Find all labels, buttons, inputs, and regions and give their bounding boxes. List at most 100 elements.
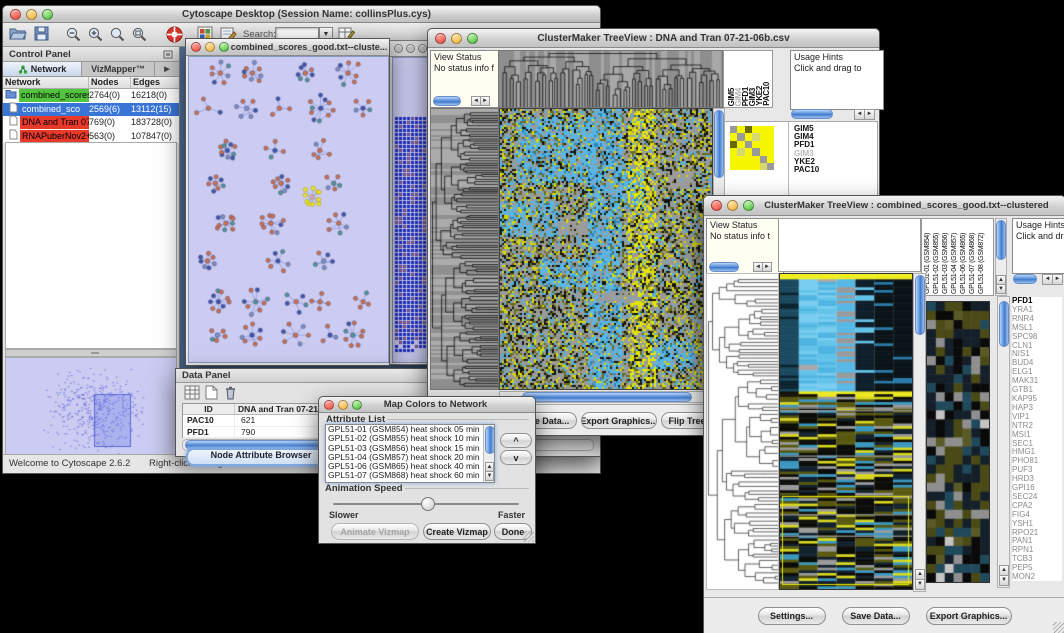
zoom-fit-button[interactable]: [131, 26, 148, 48]
tv2-column-labels: GPL51-01 (GSM854)GPL51-02 (GSM855)GPL51-…: [921, 218, 994, 296]
tv1-status-scrollbar[interactable]: ◄ ►: [433, 96, 491, 105]
tv1-view-status-title: View Status: [434, 52, 498, 63]
gene-label[interactable]: MON2: [1012, 573, 1062, 581]
new-attribute-button[interactable]: [205, 385, 218, 405]
tv2-genes-vscrollbar[interactable]: ▲ ▼: [997, 296, 1010, 588]
tv2-gene-list: PFD1YRA1RNR4MSL1SPC98CLN1NIS1BUD4ELG1MAK…: [1012, 297, 1062, 581]
matrix-cell: [730, 133, 737, 140]
network-table-header: Network Nodes Edges: [3, 77, 179, 89]
tv1-row-dendrogram[interactable]: [430, 108, 499, 390]
table-icon: [184, 385, 200, 400]
network1-canvas[interactable]: [188, 56, 389, 363]
slider-thumb[interactable]: [421, 497, 435, 511]
tv1-hints-scrollbar[interactable]: ◄ ►: [790, 109, 876, 119]
scroll-down-icon[interactable]: ▼: [996, 284, 1006, 294]
matrix-cell: [730, 148, 737, 155]
tv2-column-label: GPL51-04 (GSM857): [951, 220, 958, 294]
zoom-selected-button[interactable]: [109, 26, 126, 48]
control-panel-title: Control Panel: [9, 49, 71, 60]
create-vizmap-button[interactable]: Create Vizmap: [423, 523, 491, 540]
scroll-right-icon[interactable]: ►: [1052, 274, 1063, 285]
main-titlebar[interactable]: Cytoscape Desktop (Session Name: collins…: [3, 6, 600, 23]
matrix-cell: [767, 141, 774, 148]
zoom-in-button[interactable]: [87, 26, 104, 48]
close-icon: [10, 9, 21, 20]
resize-grip[interactable]: [523, 531, 534, 542]
panel-splitter[interactable]: [5, 349, 177, 357]
resize-grip[interactable]: [1053, 622, 1064, 633]
matrix-cell: [730, 156, 737, 163]
col-nodes[interactable]: Nodes: [89, 77, 131, 88]
tv1-export-graphics-button[interactable]: Export Graphics...: [581, 412, 657, 429]
matrix-cell: [760, 141, 767, 148]
treeview2-titlebar[interactable]: ClusterMaker TreeView : combined_scores_…: [704, 196, 1064, 216]
help-button[interactable]: [165, 25, 184, 49]
treeview1-titlebar[interactable]: ClusterMaker TreeView : DNA and Tran 07-…: [428, 29, 879, 48]
animation-speed-slider[interactable]: [333, 497, 519, 511]
tv2-usage-hints-text: Click and drag to: [1016, 231, 1064, 242]
delete-attribute-button[interactable]: [224, 385, 237, 405]
zoom-out-button[interactable]: [65, 26, 82, 48]
folder-icon: [5, 89, 17, 103]
network-row-value: 769(0): [89, 116, 131, 129]
attribute-list-item[interactable]: GPL51-07 (GSM868) heat shock 60 min: [328, 471, 494, 480]
close-icon: [324, 400, 334, 410]
tv2-export-graphics-button[interactable]: Export Graphics...: [926, 607, 1012, 625]
tv1-correlation-matrix[interactable]: [730, 126, 774, 170]
tv2-hints-scrollbar[interactable]: ◄ ►: [1012, 274, 1063, 284]
tv2-settings-button[interactable]: Settings...: [758, 607, 826, 625]
tv2-status-scrollbar[interactable]: ◄ ►: [709, 262, 773, 271]
move-up-button[interactable]: ^: [500, 433, 532, 448]
network-name-label: combined_sco: [20, 103, 82, 116]
tab-network[interactable]: Network: [3, 62, 82, 76]
scroll-right-icon[interactable]: ►: [864, 109, 875, 120]
scroll-right-icon[interactable]: ►: [762, 262, 772, 272]
network-row[interactable]: combined_sco2569(6)13112(15): [3, 103, 179, 117]
float-panel-icon[interactable]: [163, 50, 173, 59]
network-row[interactable]: DNA and Tran 07769(0)183728(0): [3, 116, 179, 130]
tv2-heatmap-vscrollbar[interactable]: ▲ ▼: [913, 273, 926, 592]
move-down-button[interactable]: v: [500, 450, 532, 465]
attribute-listbox[interactable]: GPL51-01 (GSM854) heat shock 05 minGPL51…: [325, 424, 495, 483]
save-session-button[interactable]: [34, 26, 50, 47]
network1-titlebar[interactable]: combined_scores_good.txt--cluste...: [186, 39, 389, 56]
show-table-button[interactable]: [184, 385, 200, 405]
tv2-row-dendrogram[interactable]: [706, 273, 779, 590]
zoom-window-icon: [467, 33, 478, 44]
network-overview-thumbnail[interactable]: [5, 357, 177, 457]
tv2-heatmap[interactable]: [779, 273, 913, 590]
control-panel: Control Panel Network VizMapper™ ▶ Netwo…: [3, 47, 180, 454]
dp-col-id[interactable]: ID: [183, 404, 235, 414]
desktop: Cytoscape Desktop (Session Name: collins…: [0, 0, 1064, 633]
col-edges[interactable]: Edges: [131, 77, 177, 88]
tv1-heatmap[interactable]: [499, 108, 713, 390]
dialog-titlebar[interactable]: Map Colors to Network: [319, 397, 535, 413]
scroll-down-icon[interactable]: ▼: [485, 471, 494, 481]
scroll-right-icon[interactable]: ►: [480, 96, 490, 106]
animate-vizmap-button[interactable]: Animate Vizmap: [331, 523, 419, 540]
tab-node-attribute-browser[interactable]: Node Attribute Browser: [186, 448, 336, 466]
network-row-value: 2569(6): [89, 103, 131, 116]
scroll-down-icon[interactable]: ▼: [999, 575, 1009, 586]
window-controls[interactable]: [10, 9, 53, 20]
tv1-usage-hints-text: Click and drag to: [794, 63, 880, 74]
tab-vizmapper[interactable]: VizMapper™: [82, 62, 155, 76]
tv2-zoom-heatmap[interactable]: [926, 301, 990, 583]
tab-vizmapper-label: VizMapper™: [91, 64, 145, 74]
network-row[interactable]: combined_scores2764(0)16218(0): [3, 89, 179, 103]
tab-network-label: Network: [31, 64, 67, 74]
network-tree-area[interactable]: [5, 142, 177, 349]
tab-overflow-button[interactable]: ▶: [155, 62, 179, 76]
tv2-column-dendrogram-area[interactable]: [778, 218, 921, 272]
tv2-labels-scrollbar[interactable]: ▲ ▼: [995, 218, 1007, 296]
matrix-cell: [737, 133, 744, 140]
open-session-button[interactable]: [9, 26, 27, 47]
scroll-down-icon[interactable]: ▼: [915, 579, 925, 590]
tv1-column-dendrogram[interactable]: [498, 50, 723, 108]
network-row[interactable]: RNAPuberNov2+563(0)107847(0): [3, 130, 179, 144]
col-network[interactable]: Network: [3, 77, 89, 88]
minimize-icon: [205, 42, 215, 52]
tv2-save-data-button[interactable]: Save Data...: [842, 607, 910, 625]
attribute-list-scrollbar[interactable]: ▲ ▼: [483, 425, 494, 482]
matrix-cell: [767, 133, 774, 140]
